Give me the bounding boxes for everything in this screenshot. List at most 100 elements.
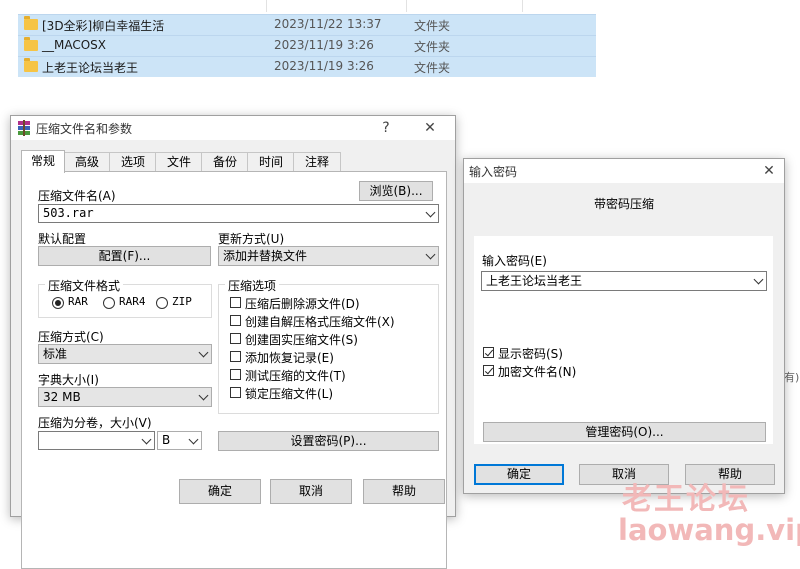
radio-rar-label: RAR xyxy=(68,295,88,308)
encrypt-filenames-checkbox[interactable] xyxy=(483,365,494,376)
folder-icon xyxy=(24,37,38,51)
file-type: 文件夹 xyxy=(414,19,451,33)
split-unit-value: B xyxy=(162,433,171,447)
cancel-button[interactable]: 取消 xyxy=(270,479,352,504)
password-panel: 输入密码(E) 上老王论坛当老王 显示密码(S) 加密文件名(N) 管理密码(O… xyxy=(474,236,773,444)
watermark-url: laowang.vip xyxy=(618,513,800,547)
close-icon[interactable]: ✕ xyxy=(415,116,445,140)
options-group: 压缩选项 压缩后删除源文件(D) 创建自解压格式压缩文件(X) 创建固实压缩文件… xyxy=(218,277,439,414)
archive-name-value: 503.rar xyxy=(43,206,94,220)
split-size-input[interactable] xyxy=(38,431,155,450)
file-date: 2023/11/19 3:26 xyxy=(274,38,374,52)
method-select[interactable]: 标准 xyxy=(38,344,212,364)
option-label: 创建自解压格式压缩文件(X) xyxy=(245,315,395,329)
chevron-down-icon xyxy=(198,390,209,401)
tab-backup[interactable]: 备份 xyxy=(201,152,249,172)
update-mode-value: 添加并替换文件 xyxy=(223,249,308,263)
dictionary-value: 32 MB xyxy=(43,390,81,404)
set-password-button[interactable]: 设置密码(P)... xyxy=(218,431,439,451)
password-input[interactable]: 上老王论坛当老王 xyxy=(481,271,767,291)
radio-rar4-label: RAR4 xyxy=(119,295,146,308)
archive-name-input[interactable]: 503.rar xyxy=(38,204,439,223)
checkbox-lock-archive[interactable] xyxy=(230,387,241,398)
radio-zip-label: ZIP xyxy=(172,295,192,308)
checkbox-test-files[interactable] xyxy=(230,369,241,380)
split-unit-select[interactable]: B xyxy=(157,431,202,450)
radio-rar4[interactable] xyxy=(103,297,115,309)
checkbox-sfx[interactable] xyxy=(230,315,241,326)
tab-comment[interactable]: 注释 xyxy=(293,152,341,172)
option-label: 锁定压缩文件(L) xyxy=(245,387,334,401)
archive-dialog: 压缩文件名和参数 ? ✕ 常规 高级 选项 文件 备份 时间 注释 压缩文件名(… xyxy=(10,115,456,569)
dictionary-select[interactable]: 32 MB xyxy=(38,387,212,407)
archive-name-label: 压缩文件名(A) xyxy=(38,189,116,203)
option-label: 压缩后删除源文件(D) xyxy=(245,297,360,311)
file-type: 文件夹 xyxy=(414,40,451,54)
radio-zip[interactable] xyxy=(156,297,168,309)
close-icon[interactable]: ✕ xyxy=(754,159,784,183)
checkbox-recovery-record[interactable] xyxy=(230,351,241,362)
chevron-down-icon[interactable] xyxy=(425,207,436,217)
file-name: __MACOSX xyxy=(42,38,107,52)
password-label: 输入密码(E) xyxy=(482,254,547,268)
tab-advanced[interactable]: 高级 xyxy=(63,152,111,172)
tab-general[interactable]: 常规 xyxy=(21,150,65,173)
ok-button[interactable]: 确定 xyxy=(179,479,261,504)
chevron-down-icon[interactable] xyxy=(753,274,764,285)
format-group-title: 压缩文件格式 xyxy=(45,277,124,294)
chevron-down-icon[interactable] xyxy=(141,434,152,444)
archive-dialog-title: 压缩文件名和参数 xyxy=(36,122,133,136)
browse-button[interactable]: 浏览(B)... xyxy=(359,181,433,201)
column-divider xyxy=(406,0,407,12)
watermark-title: 老王论坛 xyxy=(622,482,750,517)
chevron-down-icon xyxy=(188,434,199,444)
radio-rar[interactable] xyxy=(52,297,64,309)
file-date: 2023/11/22 13:37 xyxy=(274,17,382,31)
chevron-down-icon xyxy=(198,347,209,358)
partial-text: 有) xyxy=(784,371,800,384)
checkbox-delete-after[interactable] xyxy=(230,297,241,308)
tab-options[interactable]: 选项 xyxy=(109,152,157,172)
file-name: [3D全彩]柳白幸福生活 xyxy=(42,19,165,33)
general-panel: 压缩文件名(A) 浏览(B)... 503.rar 默认配置 配置(F)... … xyxy=(21,171,447,569)
password-value: 上老王论坛当老王 xyxy=(486,274,583,288)
method-value: 标准 xyxy=(43,347,68,361)
show-password-label: 显示密码(S) xyxy=(498,347,563,361)
password-dialog-title: 输入密码 xyxy=(469,165,518,179)
folder-icon xyxy=(24,58,38,72)
folder-icon xyxy=(24,16,38,30)
option-label: 添加恢复记录(E) xyxy=(245,351,334,365)
tab-files[interactable]: 文件 xyxy=(155,152,203,172)
column-divider xyxy=(266,0,267,12)
password-dialog-titlebar: 输入密码 ✕ xyxy=(464,159,784,183)
help-icon[interactable]: ? xyxy=(371,116,401,140)
file-date: 2023/11/19 3:26 xyxy=(274,59,374,73)
show-password-checkbox[interactable] xyxy=(483,347,494,358)
dictionary-label: 字典大小(I) xyxy=(38,373,99,387)
profile-button[interactable]: 配置(F)... xyxy=(38,246,211,266)
file-row[interactable]: __MACOSX 2023/11/19 3:26 文件夹 xyxy=(18,35,596,56)
split-label: 压缩为分卷，大小(V) xyxy=(38,416,152,430)
ok-button[interactable]: 确定 xyxy=(474,464,564,485)
column-divider xyxy=(522,0,523,12)
update-mode-label: 更新方式(U) xyxy=(218,232,285,246)
method-label: 压缩方式(C) xyxy=(38,330,104,344)
file-type: 文件夹 xyxy=(414,61,451,75)
update-mode-select[interactable]: 添加并替换文件 xyxy=(218,246,439,266)
file-name: 上老王论坛当老王 xyxy=(42,61,139,75)
encrypt-filenames-label: 加密文件名(N) xyxy=(498,365,577,379)
checkbox-solid[interactable] xyxy=(230,333,241,344)
tab-time[interactable]: 时间 xyxy=(247,152,295,172)
password-heading: 带密码压缩 xyxy=(593,197,654,211)
archive-dialog-titlebar: 压缩文件名和参数 ? ✕ xyxy=(11,116,455,140)
file-row[interactable]: [3D全彩]柳白幸福生活 2023/11/22 13:37 文件夹 xyxy=(18,14,596,35)
help-button[interactable]: 帮助 xyxy=(363,479,445,504)
option-label: 测试压缩的文件(T) xyxy=(245,369,346,383)
file-row[interactable]: 上老王论坛当老王 2023/11/19 3:26 文件夹 xyxy=(18,56,596,77)
password-dialog: 输入密码 ✕ 带密码压缩 输入密码(E) 上老王论坛当老王 显示密码(S) 加密… xyxy=(463,158,785,494)
options-group-title: 压缩选项 xyxy=(225,277,280,294)
manage-passwords-button[interactable]: 管理密码(O)... xyxy=(483,422,766,442)
chevron-down-icon xyxy=(425,249,436,260)
winrar-icon xyxy=(18,120,30,136)
option-label: 创建固实压缩文件(S) xyxy=(245,333,358,347)
